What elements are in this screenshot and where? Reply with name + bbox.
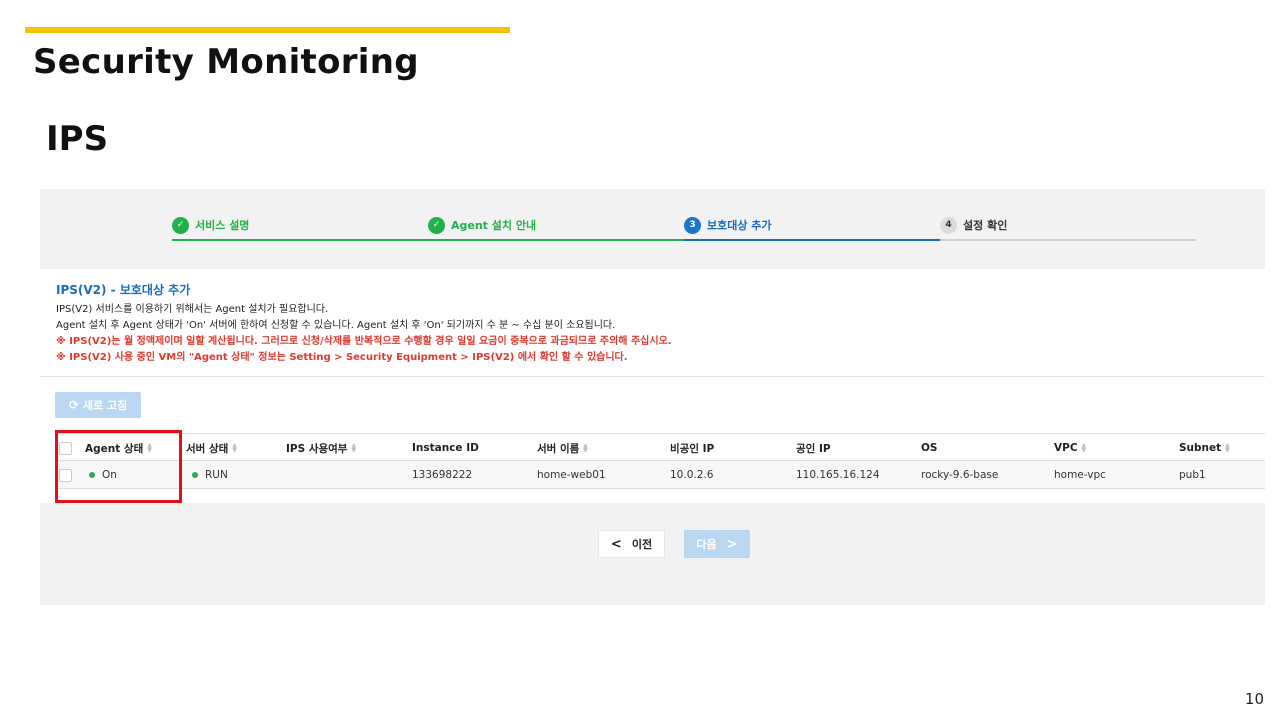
step-label: Agent 설치 안내 — [451, 219, 537, 232]
table-header-row: Agent 상태 ▲ ▼ 서버 상태 ▲ ▼ IPS 사용여부 ▲ ▼ Instanc… — [55, 433, 1265, 461]
server-name-cell: home-web01 — [537, 469, 606, 481]
column-header-server-name[interactable]: 서버 이름 ▲ ▼ — [537, 434, 588, 462]
vpc-cell: home-vpc — [1054, 469, 1106, 481]
step-label: 서비스 설명 — [195, 219, 250, 232]
status-dot-icon — [192, 472, 198, 478]
column-header-ips-usage[interactable]: IPS 사용여부 ▲ ▼ — [286, 434, 356, 462]
step-progress-line — [172, 239, 428, 241]
select-all-cell — [59, 434, 72, 462]
public-ip-cell: 110.165.16.124 — [796, 469, 880, 481]
title-accent-bar — [25, 27, 510, 33]
sort-icon[interactable]: ▲ ▼ — [1225, 443, 1230, 454]
column-header-label: 서버 이름 — [537, 442, 580, 455]
server-status-value: RUN — [205, 469, 228, 481]
chevron-left-icon: < — [610, 536, 622, 552]
agent-status-value: On — [102, 469, 117, 481]
step-number-badge: 3 — [684, 216, 701, 234]
next-button[interactable]: 다음 > — [684, 530, 750, 558]
column-header-os: OS — [921, 442, 938, 454]
section-title: IPS — [46, 119, 109, 159]
column-header-label: 서버 상태 — [186, 442, 229, 455]
sort-icon[interactable]: ▲ ▼ — [351, 443, 356, 454]
agent-status-cell: On — [89, 461, 117, 489]
chevron-right-icon: > — [726, 536, 738, 552]
step-add-protected-target[interactable]: 3 보호대상 추가 — [684, 215, 940, 243]
step-progress-line — [940, 239, 1196, 241]
step-confirm-settings[interactable]: 4 설정 확인 — [940, 215, 1196, 243]
info-line: IPS(V2) 서비스를 이용하기 위해서는 Agent 설치가 필요합니다. — [56, 304, 329, 315]
row-checkbox[interactable] — [59, 468, 72, 482]
info-title: IPS(V2) - 보호대상 추가 — [56, 283, 191, 297]
column-header-label: VPC — [1054, 442, 1078, 454]
step-progress-line — [428, 239, 684, 241]
refresh-button[interactable]: ⟳ 새로 고침 — [55, 392, 141, 418]
column-header-private-ip: 비공인 IP — [670, 442, 715, 455]
refresh-icon: ⟳ — [68, 398, 79, 412]
column-header-label: IPS 사용여부 — [286, 442, 348, 455]
sort-icon[interactable]: ▲ ▼ — [232, 443, 237, 454]
server-table: Agent 상태 ▲ ▼ 서버 상태 ▲ ▼ IPS 사용여부 ▲ ▼ Instanc… — [55, 433, 1265, 489]
prev-button[interactable]: < 이전 — [598, 530, 665, 558]
table-row[interactable]: On RUN 133698222 home-web01 10.0.2.6 110… — [55, 461, 1265, 489]
warning-line: ※ IPS(V2) 사용 중인 VM의 "Agent 상태" 정보는 Setti… — [56, 352, 628, 363]
select-all-checkbox[interactable] — [59, 441, 72, 455]
step-label: 보호대상 추가 — [707, 219, 772, 232]
status-dot-icon — [89, 472, 95, 478]
ips-wizard-panel: ✓ 서비스 설명 ✓ Agent 설치 안내 3 보호대상 추가 4 설정 확인 — [40, 189, 1265, 605]
column-header-subnet[interactable]: Subnet ▲ ▼ — [1179, 434, 1230, 462]
column-header-vpc[interactable]: VPC ▲ ▼ — [1054, 434, 1086, 462]
server-status-cell: RUN — [192, 461, 228, 489]
column-header-label: Subnet — [1179, 442, 1222, 454]
column-header-agent-status[interactable]: Agent 상태 ▲ ▼ — [85, 434, 152, 462]
column-header-instance-id: Instance ID — [412, 442, 479, 454]
refresh-label: 새로 고침 — [82, 399, 128, 412]
subnet-cell: pub1 — [1179, 469, 1206, 481]
step-agent-install-guide[interactable]: ✓ Agent 설치 안내 — [428, 215, 684, 243]
slide-title: Security Monitoring — [33, 42, 419, 82]
column-header-public-ip: 공인 IP — [796, 442, 831, 455]
step-number-badge: 4 — [940, 216, 957, 234]
wizard-stepper: ✓ 서비스 설명 ✓ Agent 설치 안내 3 보호대상 추가 4 설정 확인 — [172, 215, 1196, 243]
page-number: 10 — [1244, 690, 1264, 708]
next-label: 다음 — [696, 538, 717, 551]
server-table-area: ⟳ 새로 고침 Agent 상태 ▲ ▼ 서버 상태 ▲ ▼ IPS 사용여부 ▲ ▼ — [40, 377, 1265, 503]
sort-icon[interactable]: ▲ ▼ — [583, 443, 588, 454]
sort-icon[interactable]: ▲ ▼ — [1082, 443, 1087, 454]
step-service-description[interactable]: ✓ 서비스 설명 — [172, 215, 428, 243]
private-ip-cell: 10.0.2.6 — [670, 469, 714, 481]
check-icon: ✓ — [172, 216, 189, 234]
sort-icon[interactable]: ▲ ▼ — [147, 443, 152, 454]
column-header-label: Agent 상태 — [85, 442, 144, 455]
prev-label: 이전 — [631, 538, 653, 551]
warning-line: ※ IPS(V2)는 월 정액제이며 일할 계산됩니다. 그러므로 신청/삭제를… — [56, 336, 672, 347]
step-progress-line — [684, 239, 940, 241]
check-icon: ✓ — [428, 216, 445, 234]
row-select-cell — [59, 461, 72, 489]
os-cell: rocky-9.6-base — [921, 469, 999, 481]
instance-id-cell: 133698222 — [412, 469, 473, 481]
info-box: IPS(V2) - 보호대상 추가 IPS(V2) 서비스를 이용하기 위해서는… — [40, 269, 1265, 377]
info-line: Agent 설치 후 Agent 상태가 'On' 서버에 한하여 신청할 수 … — [56, 320, 616, 331]
column-header-server-status[interactable]: 서버 상태 ▲ ▼ — [186, 434, 237, 462]
step-label: 설정 확인 — [963, 219, 1008, 232]
